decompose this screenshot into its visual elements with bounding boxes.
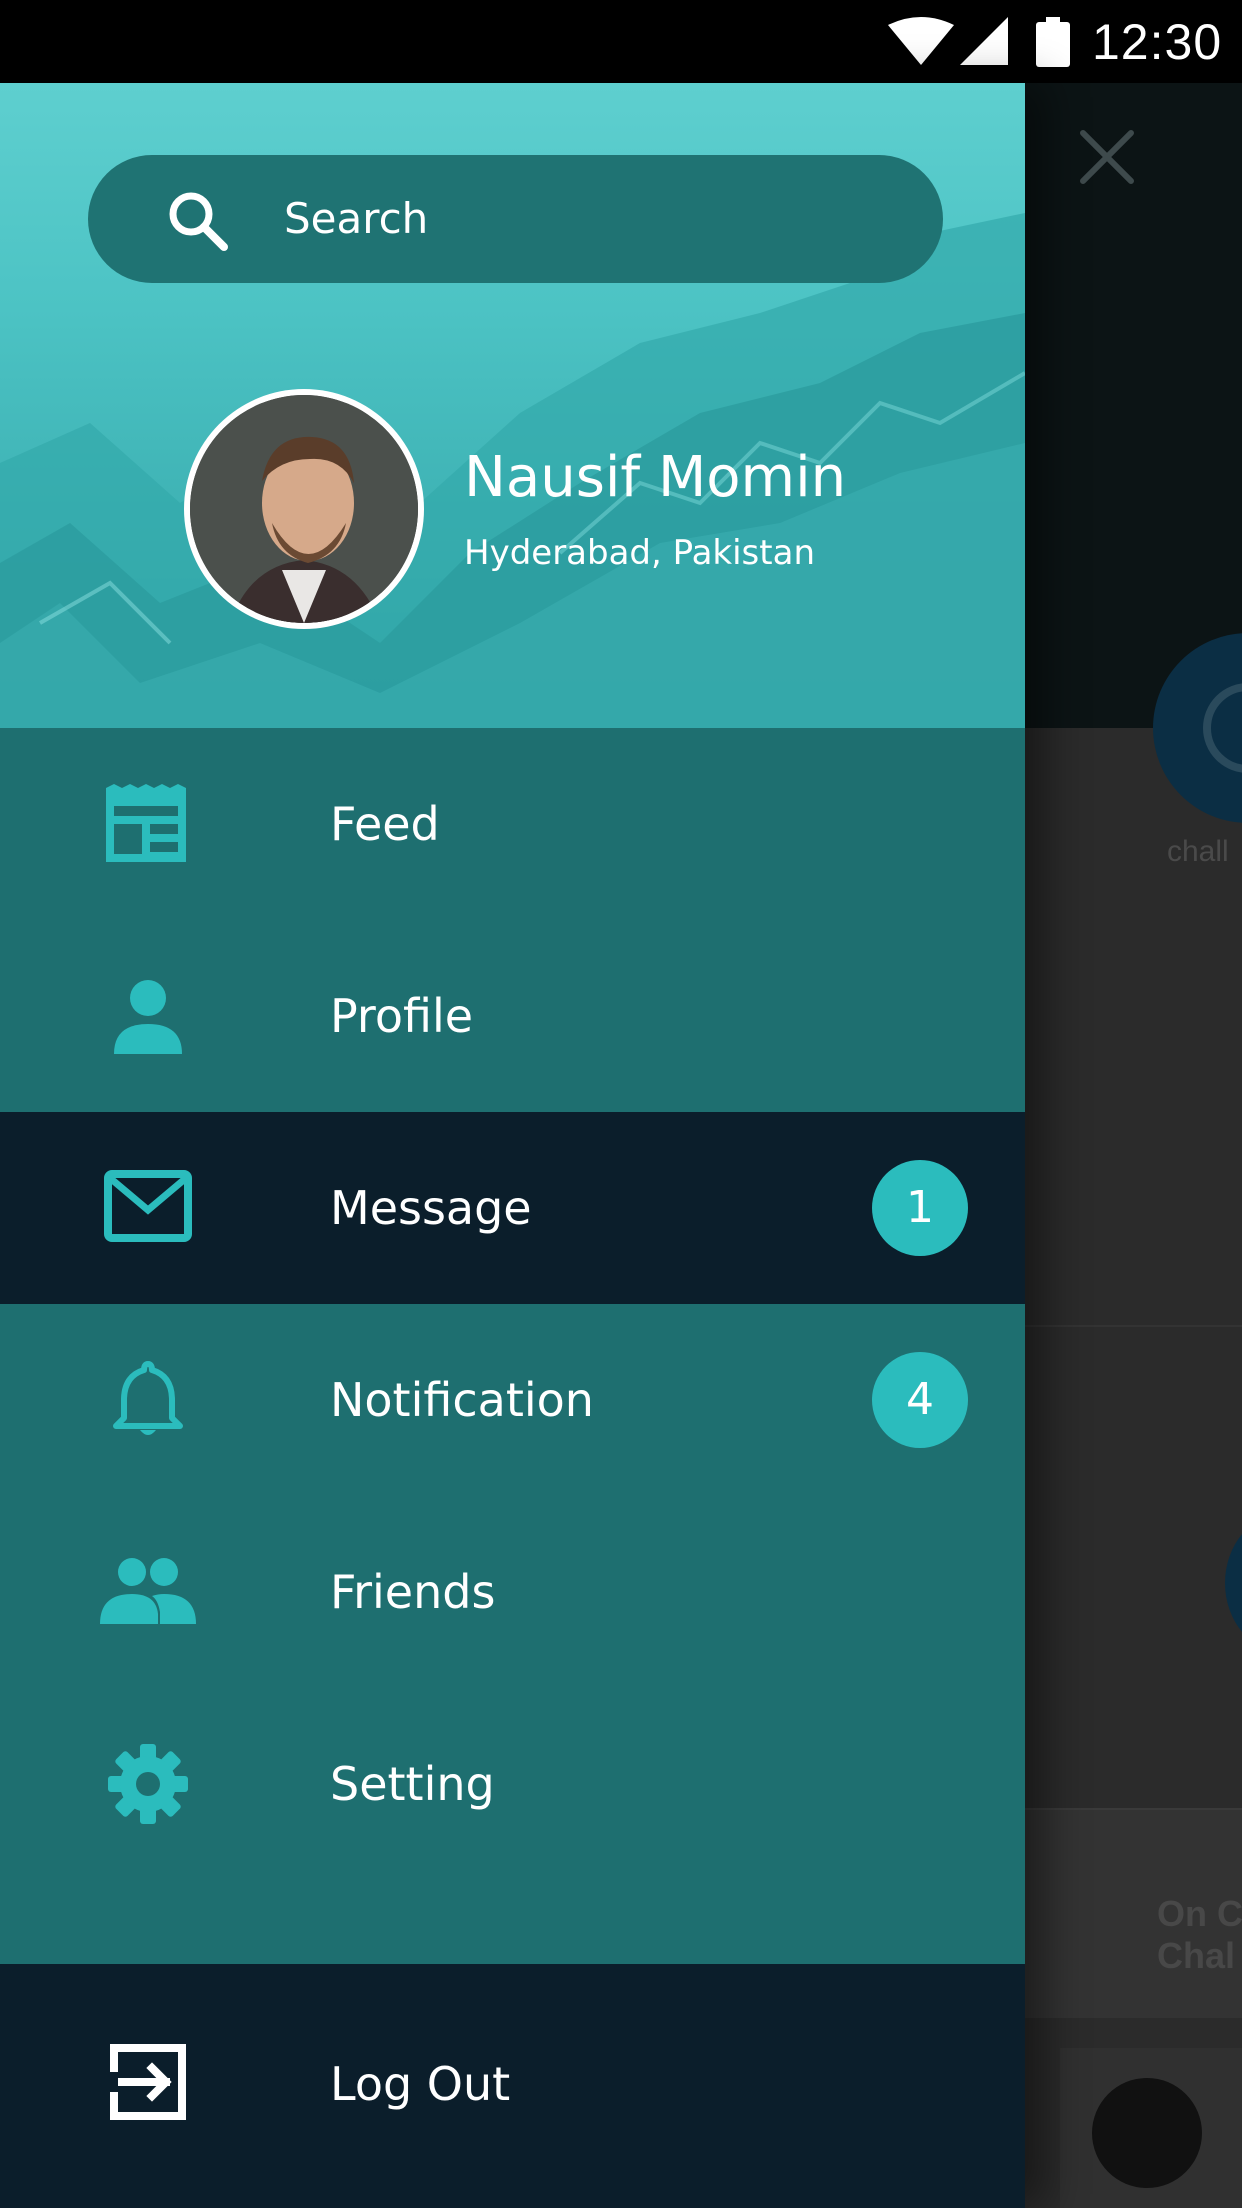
profile-photo [190, 395, 418, 623]
menu-item-friends[interactable]: Friends [0, 1496, 1025, 1688]
profile-name: Nausif Momin [464, 445, 847, 510]
feed-icon [106, 784, 186, 862]
gear-icon [108, 1744, 188, 1824]
logout-button[interactable]: Log Out [0, 1964, 1025, 2208]
menu-item-feed[interactable]: Feed [0, 728, 1025, 920]
background-card-line2: Chal [1157, 1935, 1236, 1976]
logout-icon [110, 2044, 186, 2120]
profile-photo-figure [190, 395, 418, 623]
menu-label-notification: Notification [330, 1373, 594, 1427]
search-placeholder: Search [284, 194, 429, 243]
background-divider [1025, 1325, 1242, 1327]
background-challenge-label: chall [1167, 835, 1229, 868]
message-count-badge: 1 [872, 1160, 968, 1256]
people-icon [100, 1558, 196, 1624]
battery-icon [1036, 17, 1070, 67]
avatar[interactable] [184, 389, 424, 629]
status-bar: 12:30 [0, 0, 1242, 83]
person-icon [114, 980, 182, 1054]
close-icon[interactable] [1077, 127, 1137, 187]
envelope-icon [104, 1170, 192, 1242]
drawer-header: Search Nausif Momin Hyderabad, Pakistan [0, 83, 1025, 728]
logout-label: Log Out [330, 2057, 511, 2111]
bell-icon [113, 1361, 183, 1435]
menu-label-feed: Feed [330, 797, 440, 851]
menu-item-message[interactable]: Message 1 [0, 1112, 1025, 1304]
menu-label-setting: Setting [330, 1757, 495, 1811]
background-circle [1225, 1513, 1242, 1653]
background-card-text: On C Chal [1157, 1893, 1242, 1977]
drawer-menu: Feed Profile Message 1 Notification 4 Fr… [0, 728, 1025, 1880]
search-icon [169, 192, 228, 251]
notification-count-badge: 4 [872, 1352, 968, 1448]
background-app: chall On C Chal [1025, 83, 1242, 2208]
signal-icon [960, 17, 1008, 65]
menu-label-profile: Profile [330, 989, 474, 1043]
search-bar[interactable]: Search [88, 155, 943, 283]
background-card-line1: On C [1157, 1893, 1242, 1934]
menu-item-setting[interactable]: Setting [0, 1688, 1025, 1880]
menu-label-message: Message [330, 1181, 532, 1235]
wifi-icon [888, 17, 954, 65]
background-avatar [1092, 2078, 1202, 2188]
clock-time: 12:30 [1092, 14, 1223, 70]
profile-location: Hyderabad, Pakistan [464, 533, 815, 573]
menu-item-notification[interactable]: Notification 4 [0, 1304, 1025, 1496]
navigation-drawer: Search Nausif Momin Hyderabad, Pakistan [0, 83, 1025, 2208]
menu-label-friends: Friends [330, 1565, 496, 1619]
menu-item-profile[interactable]: Profile [0, 920, 1025, 1112]
